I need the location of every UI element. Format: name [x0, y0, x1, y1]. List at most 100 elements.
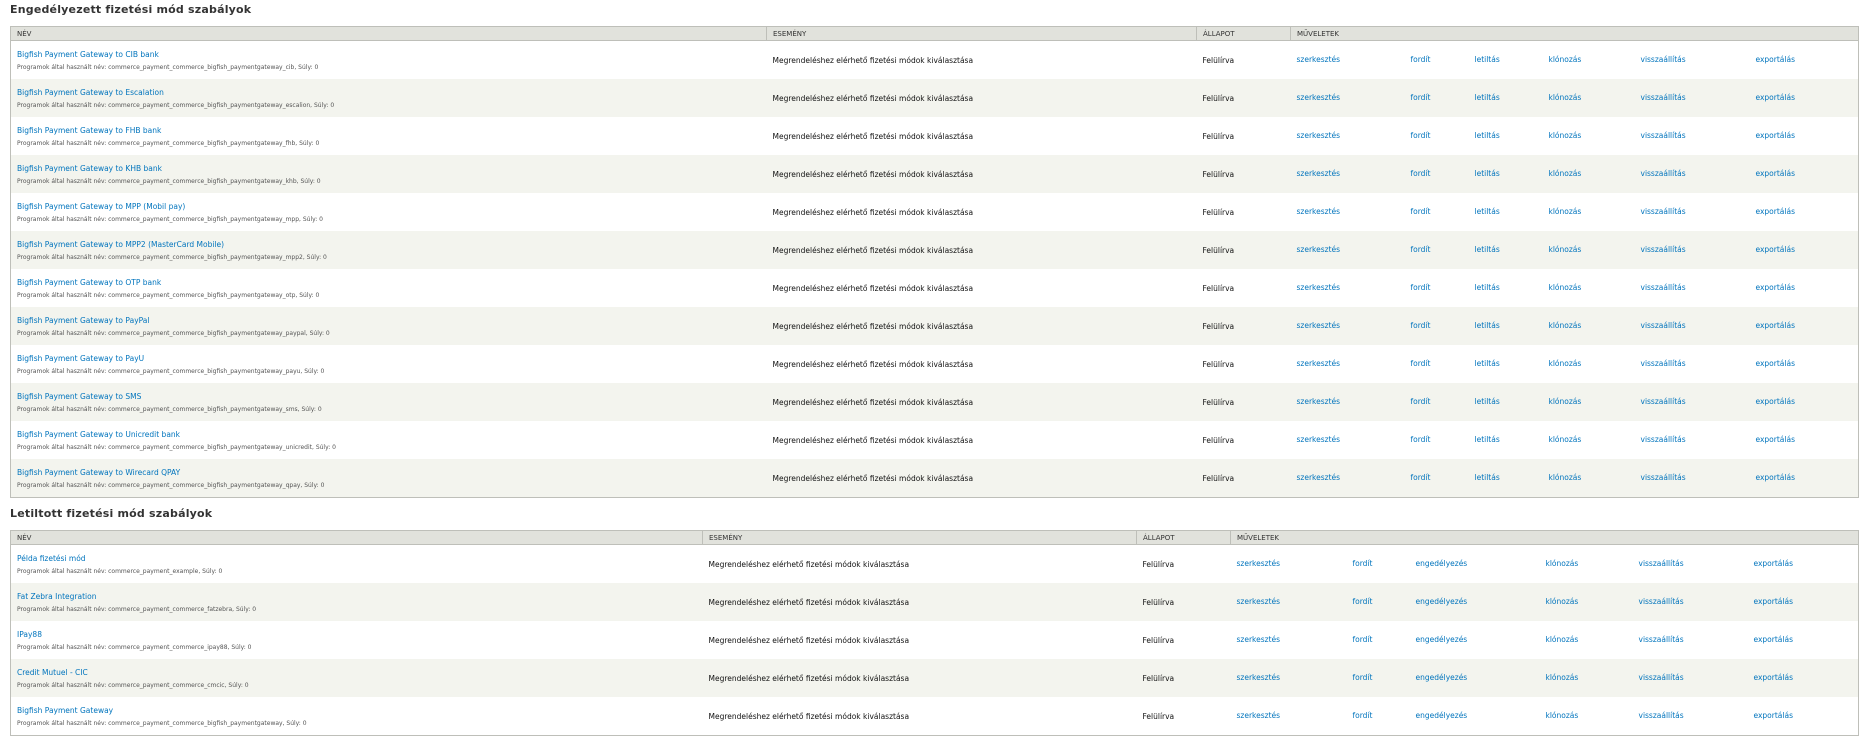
translate-link[interactable]: fordít — [1411, 131, 1431, 140]
translate-link[interactable]: fordít — [1411, 359, 1431, 368]
revert-link[interactable]: visszaállítás — [1641, 131, 1686, 140]
edit-link[interactable]: szerkesztés — [1297, 283, 1341, 292]
revert-link[interactable]: visszaállítás — [1641, 435, 1686, 444]
disable-link[interactable]: letiltás — [1475, 397, 1500, 406]
export-link[interactable]: exportálás — [1756, 169, 1795, 178]
clone-link[interactable]: klónozás — [1549, 359, 1582, 368]
rule-name-link[interactable]: Bigfish Payment Gateway — [17, 706, 703, 715]
enable-link[interactable]: engedélyezés — [1416, 673, 1468, 682]
rule-name-link[interactable]: Fat Zebra Integration — [17, 592, 703, 601]
translate-link[interactable]: fordít — [1411, 283, 1431, 292]
edit-link[interactable]: szerkesztés — [1297, 435, 1341, 444]
translate-link[interactable]: fordít — [1411, 169, 1431, 178]
edit-link[interactable]: szerkesztés — [1297, 359, 1341, 368]
clone-link[interactable]: klónozás — [1549, 169, 1582, 178]
disable-link[interactable]: letiltás — [1475, 473, 1500, 482]
revert-link[interactable]: visszaállítás — [1641, 93, 1686, 102]
export-link[interactable]: exportálás — [1754, 711, 1793, 720]
disable-link[interactable]: letiltás — [1475, 321, 1500, 330]
edit-link[interactable]: szerkesztés — [1297, 321, 1341, 330]
export-link[interactable]: exportálás — [1756, 55, 1795, 64]
rule-name-link[interactable]: Bigfish Payment Gateway to PayPal — [17, 316, 767, 325]
edit-link[interactable]: szerkesztés — [1297, 473, 1341, 482]
revert-link[interactable]: visszaállítás — [1641, 169, 1686, 178]
revert-link[interactable]: visszaállítás — [1639, 673, 1684, 682]
revert-link[interactable]: visszaállítás — [1641, 245, 1686, 254]
translate-link[interactable]: fordít — [1411, 473, 1431, 482]
revert-link[interactable]: visszaállítás — [1641, 473, 1686, 482]
export-link[interactable]: exportálás — [1754, 559, 1793, 568]
disable-link[interactable]: letiltás — [1475, 55, 1500, 64]
rule-name-link[interactable]: Bigfish Payment Gateway to SMS — [17, 392, 767, 401]
enable-link[interactable]: engedélyezés — [1416, 635, 1468, 644]
rule-name-link[interactable]: Bigfish Payment Gateway to Escalation — [17, 88, 767, 97]
translate-link[interactable]: fordít — [1353, 711, 1373, 720]
clone-link[interactable]: klónozás — [1546, 711, 1579, 720]
translate-link[interactable]: fordít — [1411, 207, 1431, 216]
export-link[interactable]: exportálás — [1756, 245, 1795, 254]
translate-link[interactable]: fordít — [1353, 673, 1373, 682]
clone-link[interactable]: klónozás — [1546, 597, 1579, 606]
disable-link[interactable]: letiltás — [1475, 245, 1500, 254]
revert-link[interactable]: visszaállítás — [1639, 711, 1684, 720]
export-link[interactable]: exportálás — [1756, 321, 1795, 330]
clone-link[interactable]: klónozás — [1549, 93, 1582, 102]
clone-link[interactable]: klónozás — [1546, 635, 1579, 644]
edit-link[interactable]: szerkesztés — [1237, 635, 1281, 644]
translate-link[interactable]: fordít — [1411, 321, 1431, 330]
revert-link[interactable]: visszaállítás — [1639, 597, 1684, 606]
edit-link[interactable]: szerkesztés — [1237, 559, 1281, 568]
rule-name-link[interactable]: Bigfish Payment Gateway to MPP2 (MasterC… — [17, 240, 767, 249]
translate-link[interactable]: fordít — [1411, 55, 1431, 64]
clone-link[interactable]: klónozás — [1549, 131, 1582, 140]
edit-link[interactable]: szerkesztés — [1237, 673, 1281, 682]
clone-link[interactable]: klónozás — [1549, 473, 1582, 482]
export-link[interactable]: exportálás — [1756, 131, 1795, 140]
translate-link[interactable]: fordít — [1353, 559, 1373, 568]
rule-name-link[interactable]: Bigfish Payment Gateway to PayU — [17, 354, 767, 363]
disable-link[interactable]: letiltás — [1475, 131, 1500, 140]
edit-link[interactable]: szerkesztés — [1297, 245, 1341, 254]
clone-link[interactable]: klónozás — [1549, 55, 1582, 64]
revert-link[interactable]: visszaállítás — [1641, 359, 1686, 368]
revert-link[interactable]: visszaállítás — [1641, 283, 1686, 292]
edit-link[interactable]: szerkesztés — [1297, 207, 1341, 216]
export-link[interactable]: exportálás — [1756, 473, 1795, 482]
rule-name-link[interactable]: Példa fizetési mód — [17, 554, 703, 563]
revert-link[interactable]: visszaállítás — [1641, 207, 1686, 216]
export-link[interactable]: exportálás — [1756, 435, 1795, 444]
edit-link[interactable]: szerkesztés — [1297, 93, 1341, 102]
disable-link[interactable]: letiltás — [1475, 207, 1500, 216]
clone-link[interactable]: klónozás — [1549, 397, 1582, 406]
export-link[interactable]: exportálás — [1754, 635, 1793, 644]
edit-link[interactable]: szerkesztés — [1297, 55, 1341, 64]
rule-name-link[interactable]: Bigfish Payment Gateway to OTP bank — [17, 278, 767, 287]
clone-link[interactable]: klónozás — [1549, 321, 1582, 330]
edit-link[interactable]: szerkesztés — [1237, 711, 1281, 720]
export-link[interactable]: exportálás — [1756, 397, 1795, 406]
export-link[interactable]: exportálás — [1754, 673, 1793, 682]
clone-link[interactable]: klónozás — [1549, 283, 1582, 292]
disable-link[interactable]: letiltás — [1475, 435, 1500, 444]
export-link[interactable]: exportálás — [1756, 93, 1795, 102]
revert-link[interactable]: visszaállítás — [1641, 321, 1686, 330]
rule-name-link[interactable]: Bigfish Payment Gateway to MPP (Mobil pa… — [17, 202, 767, 211]
rule-name-link[interactable]: IPay88 — [17, 630, 703, 639]
rule-name-link[interactable]: Bigfish Payment Gateway to FHB bank — [17, 126, 767, 135]
disable-link[interactable]: letiltás — [1475, 93, 1500, 102]
clone-link[interactable]: klónozás — [1546, 673, 1579, 682]
export-link[interactable]: exportálás — [1756, 207, 1795, 216]
translate-link[interactable]: fordít — [1411, 93, 1431, 102]
clone-link[interactable]: klónozás — [1549, 207, 1582, 216]
rule-name-link[interactable]: Bigfish Payment Gateway to Unicredit ban… — [17, 430, 767, 439]
disable-link[interactable]: letiltás — [1475, 283, 1500, 292]
disable-link[interactable]: letiltás — [1475, 169, 1500, 178]
edit-link[interactable]: szerkesztés — [1297, 397, 1341, 406]
rule-name-link[interactable]: Bigfish Payment Gateway to KHB bank — [17, 164, 767, 173]
edit-link[interactable]: szerkesztés — [1237, 597, 1281, 606]
rule-name-link[interactable]: Bigfish Payment Gateway to CIB bank — [17, 50, 767, 59]
revert-link[interactable]: visszaállítás — [1641, 55, 1686, 64]
export-link[interactable]: exportálás — [1756, 283, 1795, 292]
enable-link[interactable]: engedélyezés — [1416, 711, 1468, 720]
revert-link[interactable]: visszaállítás — [1639, 559, 1684, 568]
